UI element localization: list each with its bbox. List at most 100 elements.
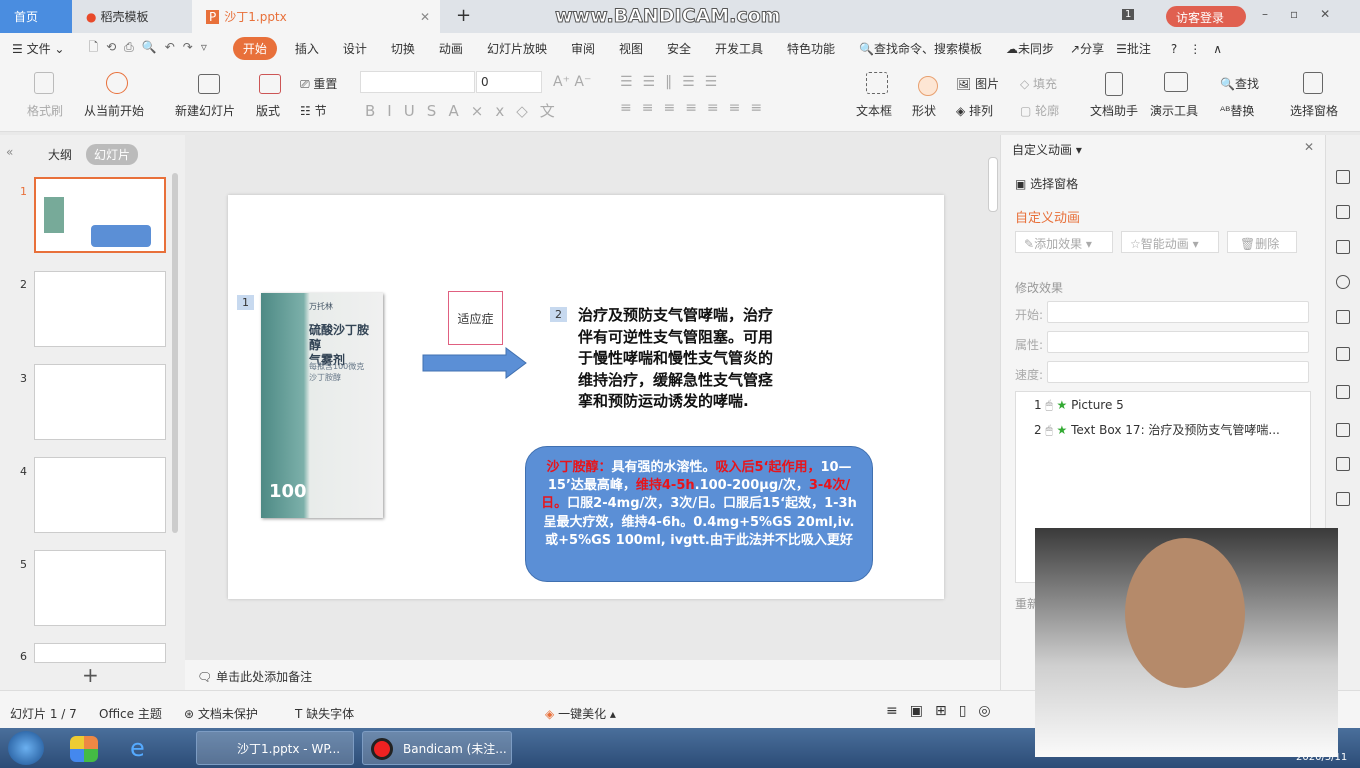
tab-security[interactable]: 安全 — [667, 40, 691, 57]
replace-button[interactable]: ᴬᴮ替换 — [1220, 102, 1254, 119]
picture-button[interactable]: 🖼 图片 — [956, 75, 999, 92]
add-slide-button[interactable]: + — [82, 663, 99, 687]
comment-button[interactable]: ☰批注 — [1116, 40, 1151, 57]
scrollbar[interactable] — [988, 157, 998, 212]
settings-icon[interactable] — [1336, 457, 1350, 471]
doc-helper-icon — [1105, 72, 1123, 96]
tab-docer[interactable]: ● 稻壳模板 — [72, 0, 188, 33]
indication-text[interactable]: 治疗及预防支气管哮喘，治疗伴有可逆性支气管阻塞。可用于慢性哮喘和慢性支气管炎的维… — [578, 305, 780, 413]
missing-font[interactable]: T 缺失字体 — [295, 705, 354, 722]
indication-box[interactable]: 适应症 — [448, 291, 503, 345]
fill-label: 填充 — [1033, 77, 1058, 91]
tab-features[interactable]: 特色功能 — [787, 40, 835, 57]
from-start-button[interactable]: 从当前开始 — [84, 102, 144, 119]
beautify-button[interactable]: ◈ 一键美化 ▴ — [545, 705, 616, 722]
file-menu[interactable]: ☰ 文件 ⌄ — [12, 40, 64, 57]
notes-area[interactable]: 🗨 单击此处添加备注 — [185, 660, 1000, 690]
tab-design[interactable]: 设计 — [343, 40, 367, 57]
present-tools-button[interactable]: 演示工具 — [1150, 102, 1198, 119]
close-icon[interactable]: ✕ — [1304, 140, 1314, 154]
collapse-icon[interactable]: « — [6, 145, 13, 159]
slide-thumb-3[interactable] — [34, 364, 166, 440]
taskbar-wps[interactable]: 沙丁1.pptx - WP... — [196, 731, 354, 765]
shape-button[interactable]: 形状 — [912, 102, 936, 119]
fill-button[interactable]: ◇ 填充 — [1020, 75, 1057, 92]
window-controls[interactable]: –▫✕ — [1262, 7, 1352, 21]
animation-item[interactable]: 1 🖱 ★ Picture 5 — [1034, 398, 1124, 413]
new-tab-button[interactable]: + — [456, 5, 471, 26]
delete-button[interactable]: 🗑删除 — [1227, 231, 1297, 253]
textbox-button[interactable]: 文本框 — [856, 102, 892, 119]
quick-access-toolbar[interactable]: 🗋⟲⎙🔍↶↷▿ — [88, 38, 214, 59]
theme-name[interactable]: Office 主题 — [99, 705, 162, 722]
pane-header[interactable]: 自定义动画 ▾ — [1012, 141, 1082, 158]
copy-icon[interactable] — [1336, 205, 1350, 219]
speed-select[interactable] — [1047, 361, 1309, 383]
drug-package-image[interactable]: 万托林 硫酸沙丁胺醇 气雾剂 每揿含100微克 沙丁胺醇 100 — [261, 293, 383, 518]
protect-status[interactable]: ⊛ 文档未保护 — [184, 705, 258, 722]
slide-thumb-2[interactable] — [34, 271, 166, 347]
tab-home[interactable]: 首页 — [0, 0, 72, 33]
help-icon[interactable]: ? ⋮ ∧ — [1171, 40, 1222, 57]
share-button[interactable]: ↗分享 — [1070, 40, 1104, 57]
new-slide-button[interactable]: 新建幻灯片 — [175, 102, 235, 119]
animation-item[interactable]: 2 🖱 ★ Text Box 17: 治疗及预防支气管哮喘... — [1034, 421, 1280, 438]
font-size-select[interactable]: 0 — [476, 71, 542, 93]
info-box[interactable]: 沙丁胺醇：具有强的水溶性。吸入后5‘起作用，10—15’达最高峰，维持4-5h.… — [525, 446, 873, 582]
translate-icon[interactable] — [1336, 385, 1350, 399]
reset-button[interactable]: ⎚ 重置 — [300, 75, 337, 92]
sync-button[interactable]: ☁未同步 — [1006, 40, 1054, 57]
slide-thumb-5[interactable] — [34, 550, 166, 626]
view-buttons[interactable]: ≡▣⊞▯◎ — [886, 703, 1003, 719]
section-button[interactable]: ☷ 节 — [300, 102, 327, 119]
slide-thumb-1[interactable] — [34, 177, 166, 253]
tab-transition[interactable]: 切换 — [391, 40, 415, 57]
tab-outline[interactable]: 大纲 — [48, 146, 72, 163]
pane-header-label: 自定义动画 — [1012, 143, 1073, 157]
find-button[interactable]: 🔍查找 — [1220, 75, 1259, 92]
ie-icon[interactable]: e — [130, 734, 145, 762]
scrollbar[interactable] — [172, 173, 178, 533]
font-format-buttons[interactable]: BIUSA×x◇文 — [365, 100, 567, 121]
paragraph-buttons[interactable]: ☰☰‖☰☰ — [620, 74, 727, 90]
outline-button[interactable]: ▢ 轮廓 — [1020, 102, 1059, 119]
app-icon[interactable] — [70, 736, 98, 762]
shape-icon[interactable] — [1336, 240, 1350, 254]
add-effect-button[interactable]: ✎添加效果 ▾ — [1015, 231, 1113, 253]
tab-start[interactable]: 开始 — [232, 37, 277, 60]
style-icon[interactable] — [1336, 310, 1350, 324]
tab-animation[interactable]: 动画 — [439, 40, 463, 57]
tab-review[interactable]: 审阅 — [571, 40, 595, 57]
layout-button[interactable]: 版式 — [256, 102, 280, 119]
close-icon[interactable]: ✕ — [420, 10, 430, 24]
doc-helper-button[interactable]: 文档助手 — [1090, 102, 1138, 119]
search-command[interactable]: 🔍查找命令、搜索模板 — [859, 40, 982, 57]
align-buttons[interactable]: ≡≡≡≡≡≡≡ — [620, 100, 772, 116]
login-button[interactable]: 访客登录 — [1166, 6, 1246, 27]
slide-thumb-4[interactable] — [34, 457, 166, 533]
tab-view[interactable]: 视图 — [619, 40, 643, 57]
document-icon[interactable] — [1336, 492, 1350, 506]
smart-animation-button[interactable]: ☆智能动画 ▾ — [1121, 231, 1219, 253]
font-family-select[interactable] — [360, 71, 475, 93]
tab-slides[interactable]: 幻灯片 — [86, 144, 139, 165]
tab-insert[interactable]: 插入 — [295, 40, 319, 57]
table-icon[interactable] — [1336, 347, 1350, 361]
animation-icon[interactable] — [1336, 170, 1350, 184]
font-grow-shrink[interactable]: A⁺ A⁻ — [553, 74, 591, 90]
location-icon[interactable] — [1336, 275, 1350, 289]
tab-developer[interactable]: 开发工具 — [715, 40, 763, 57]
slide-counter: 幻灯片 1 / 7 — [10, 707, 77, 721]
start-button[interactable] — [8, 731, 44, 765]
chart-icon[interactable] — [1336, 423, 1350, 437]
select-pane-link[interactable]: ▣ 选择窗格 — [1015, 175, 1078, 192]
slide-thumb-6[interactable] — [34, 643, 166, 663]
arrange-button[interactable]: ◈ 排列 — [956, 102, 993, 119]
start-select[interactable] — [1047, 301, 1309, 323]
tab-slideshow[interactable]: 幻灯片放映 — [487, 40, 547, 57]
select-pane-button[interactable]: 选择窗格 — [1290, 102, 1338, 119]
property-select[interactable] — [1047, 331, 1309, 353]
tab-document[interactable]: P 沙丁1.pptx ✕ — [192, 0, 440, 33]
format-painter-button[interactable]: 格式刷 — [27, 102, 63, 119]
modify-label: 修改效果 — [1015, 281, 1064, 295]
